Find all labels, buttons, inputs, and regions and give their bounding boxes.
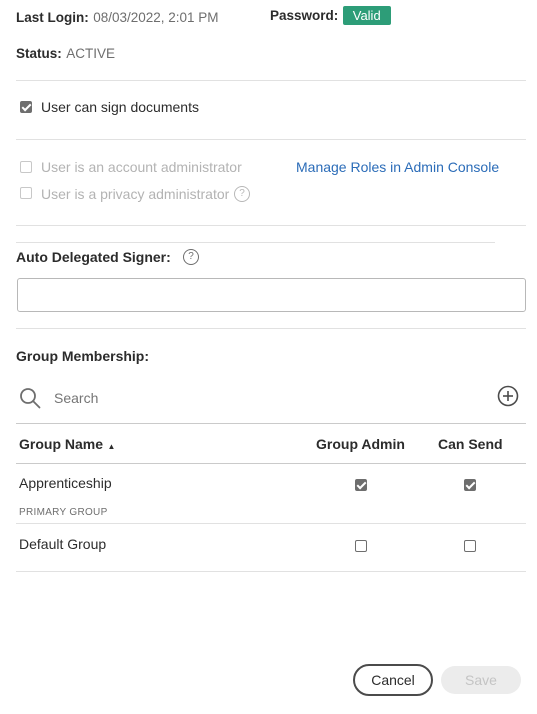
password-label: Password: — [270, 8, 339, 23]
search-icon — [19, 387, 41, 409]
group-name-cell: Default Group — [19, 536, 107, 552]
last-login-value: 08/03/2022, 2:01 PM — [93, 10, 219, 25]
status: Status: ACTIVE — [16, 45, 115, 63]
divider — [16, 328, 526, 329]
primary-group-label: PRIMARY GROUP — [19, 507, 108, 518]
help-icon[interactable]: ? — [234, 186, 250, 202]
divider — [16, 139, 526, 140]
can-send-checkbox[interactable] — [464, 479, 476, 491]
divider — [16, 242, 495, 243]
manage-roles-link[interactable]: Manage Roles in Admin Console — [296, 159, 499, 175]
privacy-admin-label: User is a privacy administrator — [41, 186, 230, 202]
col-header-group-name-label: Group Name — [19, 436, 104, 452]
divider — [16, 80, 526, 81]
divider — [16, 225, 526, 226]
col-header-can-send: Can Send — [438, 436, 503, 452]
account-admin-label: User is an account administrator — [41, 159, 242, 175]
status-value: ACTIVE — [66, 46, 115, 61]
password-valid-badge: Valid — [342, 6, 391, 25]
help-icon[interactable]: ? — [183, 249, 199, 265]
privacy-admin-checkbox[interactable] — [20, 187, 32, 199]
add-group-icon[interactable] — [497, 385, 519, 407]
delegated-signer-input[interactable] — [17, 278, 526, 312]
row-divider — [16, 523, 526, 524]
table-header-border — [16, 463, 526, 464]
group-name-cell: Apprenticeship — [19, 475, 112, 491]
col-header-group-name[interactable]: Group Name ▲ — [19, 436, 115, 454]
last-login-label: Last Login: — [16, 10, 89, 25]
group-admin-checkbox[interactable] — [355, 540, 367, 552]
cancel-button[interactable]: Cancel — [353, 664, 433, 696]
delegated-signer-label: Auto Delegated Signer: — [16, 249, 171, 265]
sign-documents-label: User can sign documents — [41, 99, 199, 115]
account-admin-checkbox[interactable] — [20, 161, 32, 173]
save-button[interactable]: Save — [441, 666, 521, 694]
col-header-group-admin: Group Admin — [316, 436, 405, 452]
table-top-border — [16, 423, 526, 424]
group-search-input[interactable] — [54, 388, 454, 408]
can-send-checkbox[interactable] — [464, 540, 476, 552]
status-label: Status: — [16, 46, 62, 61]
password-status: Password: Valid — [270, 6, 391, 25]
sort-ascending-icon: ▲ — [107, 442, 116, 451]
last-login: Last Login: 08/03/2022, 2:01 PM — [16, 9, 219, 27]
sign-documents-checkbox[interactable] — [20, 101, 32, 113]
group-admin-checkbox[interactable] — [355, 479, 367, 491]
row-divider — [16, 571, 526, 572]
group-membership-title: Group Membership: — [16, 348, 150, 364]
